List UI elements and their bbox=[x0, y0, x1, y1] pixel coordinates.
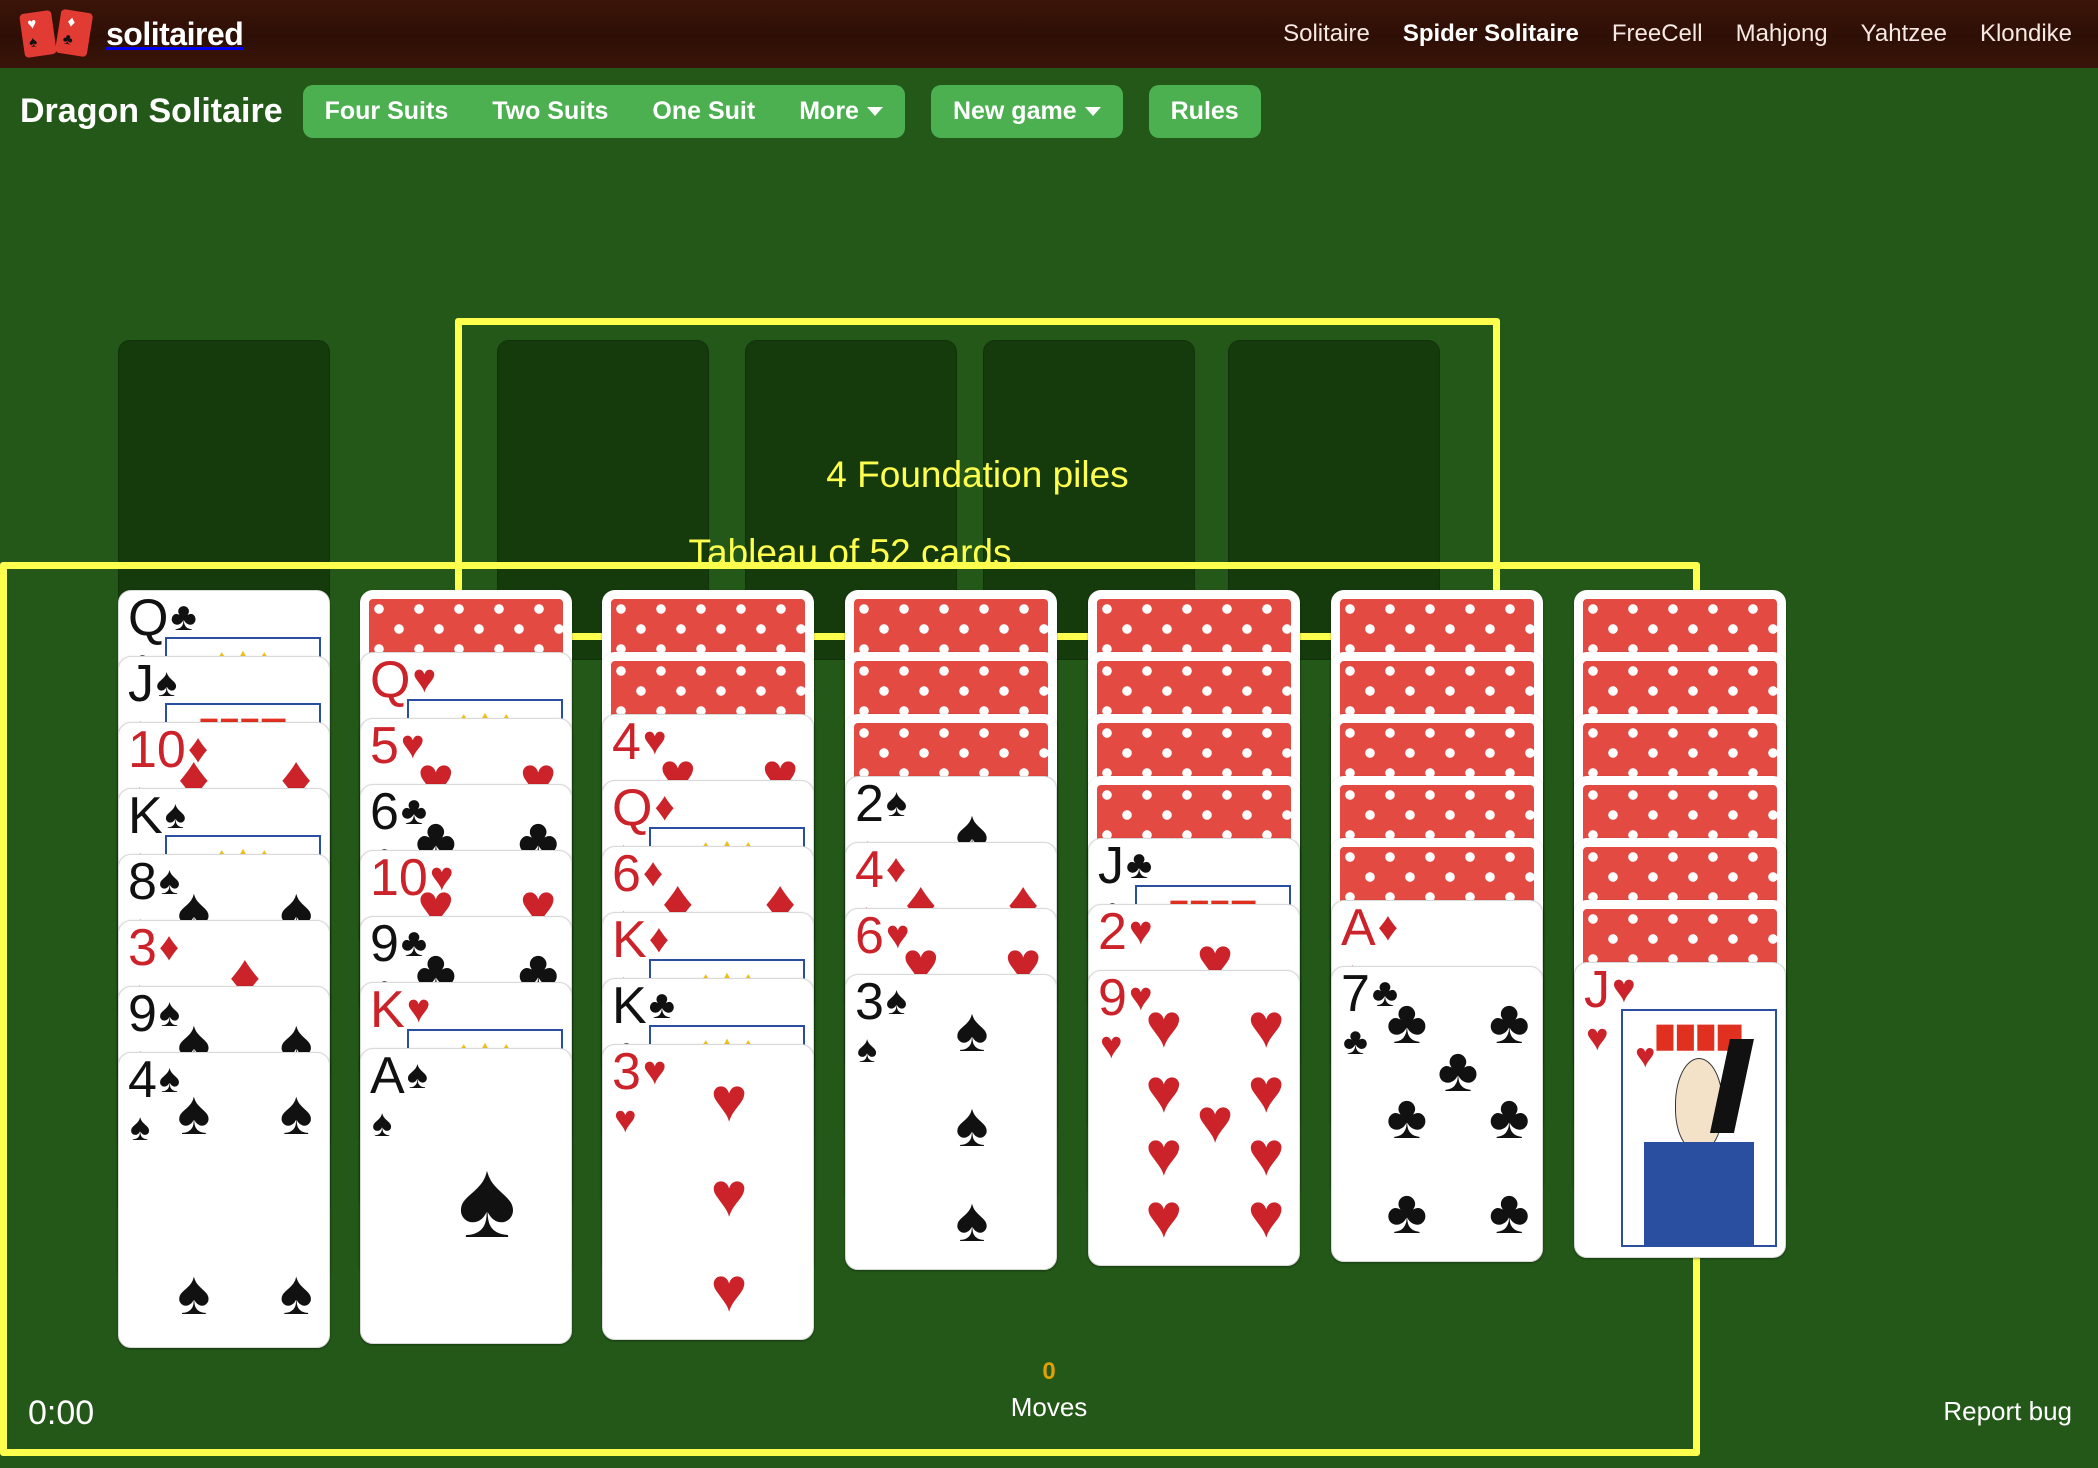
card-3-hearts[interactable]: 3 ♥ ♥ ♥ ♥ ♥ bbox=[602, 1044, 814, 1340]
nav-link-yahtzee[interactable]: Yahtzee bbox=[1861, 20, 1947, 48]
card-corner-suit-small: ♠ bbox=[857, 1029, 878, 1071]
nav-link-spider-solitaire[interactable]: Spider Solitaire bbox=[1403, 20, 1579, 48]
move-count-label: Moves bbox=[1010, 1392, 1088, 1422]
brand-logo-link[interactable]: ♥ ♠ ♦ ♣ solitaired bbox=[19, 8, 244, 59]
move-count-value: 0 bbox=[1042, 1358, 1056, 1385]
card-J-hearts[interactable]: J ♥ ♥ ♥ bbox=[1574, 962, 1786, 1258]
one-suit-button[interactable]: One Suit bbox=[630, 84, 778, 138]
card-corner-rank-suit: J ♣ bbox=[1098, 838, 1153, 895]
two-suits-button[interactable]: Two Suits bbox=[470, 84, 631, 138]
nav-link-mahjong[interactable]: Mahjong bbox=[1736, 20, 1828, 48]
card-9-hearts[interactable]: 9 ♥ ♥ ♥ ♥ ♥ ♥ ♥ ♥ ♥ ♥ ♥ bbox=[1088, 970, 1300, 1266]
report-bug-link[interactable]: Report bug bbox=[1943, 1396, 2072, 1427]
top-navigation-bar: ♥ ♠ ♦ ♣ solitaired Solitaire Spider Solit… bbox=[0, 0, 2098, 68]
card-pip-layout: ♠ ♠ ♠ ♠ bbox=[177, 1079, 313, 1328]
card-corner-suit-small: ♥ bbox=[1100, 1025, 1123, 1067]
card-corner-suit-small: ♥ bbox=[1586, 1017, 1609, 1059]
card-corner-rank-suit: K ♦ bbox=[612, 912, 670, 969]
card-corner-suit-small: ♠ bbox=[130, 1107, 151, 1149]
card-corner-rank-suit: K ♥ bbox=[370, 982, 431, 1039]
card-pip-layout: ♣ ♣ ♣ ♣ ♣ ♣ ♣ bbox=[1386, 988, 1530, 1247]
card-3-spades[interactable]: 3 ♠ ♠ ♠ ♠ ♠ bbox=[845, 974, 1057, 1270]
playing-cards-logo-icon: ♥ ♠ ♦ ♣ bbox=[19, 8, 94, 59]
card-corner-rank-suit: Q ♥ bbox=[370, 652, 437, 709]
chevron-down-icon bbox=[1084, 107, 1101, 117]
card-A-spades[interactable]: A ♠ ♠ ♠ bbox=[360, 1048, 572, 1344]
new-game-button[interactable]: New game bbox=[930, 84, 1123, 138]
four-suits-button[interactable]: Four Suits bbox=[302, 84, 471, 138]
card-corner-rank-suit: K ♣ bbox=[612, 978, 675, 1035]
tableau-column-5[interactable]: J♣♣♣2♥♥♥♥9♥♥♥♥♥♥♥♥♥♥♥ bbox=[1088, 590, 1300, 1332]
chevron-down-icon bbox=[866, 107, 883, 117]
card-corner-rank-suit: K ♠ bbox=[128, 788, 186, 845]
tableau-column-7[interactable]: J ♥ ♥ ♥ bbox=[1574, 590, 1786, 1324]
card-4-spades[interactable]: 4 ♠ ♠ ♠ ♠ ♠ ♠ bbox=[118, 1052, 330, 1348]
card-corner-rank-suit: Q ♦ bbox=[612, 780, 675, 837]
more-dropdown-button[interactable]: More bbox=[777, 84, 905, 138]
card-pip-layout: ♠ bbox=[457, 1138, 517, 1261]
game-board: 4 Foundation piles Tableau of 52 cards Q… bbox=[0, 154, 2098, 1468]
nav-link-freecell[interactable]: FreeCell bbox=[1612, 20, 1703, 48]
page-title: Dragon Solitaire bbox=[20, 91, 283, 130]
nav-link-solitaire[interactable]: Solitaire bbox=[1283, 20, 1370, 48]
more-label: More bbox=[799, 96, 859, 125]
card-court-artwork: ♥ bbox=[1621, 1009, 1777, 1247]
tableau-column-1[interactable]: Q♣♣♣J♠♠♠10♦♦♦♦♦♦♦♦♦♦♦♦K♠♠♠8♠♠♠♠♠♠♠♠♠♠3♦♦… bbox=[118, 590, 330, 1414]
card-7-clubs[interactable]: 7 ♣ ♣ ♣ ♣ ♣ ♣ ♣ ♣ ♣ bbox=[1331, 966, 1543, 1262]
tableau-column-6[interactable]: A♦♦♦7♣♣♣♣♣♣♣♣♣ bbox=[1331, 590, 1543, 1328]
card-corner-rank-suit: Q ♣ bbox=[128, 590, 197, 647]
card-pip-layout: ♠ ♠ ♠ bbox=[955, 996, 989, 1255]
card-corner-suit-small: ♣ bbox=[1343, 1021, 1368, 1063]
card-corner-rank-suit: J ♥ bbox=[1584, 962, 1636, 1019]
card-pip-layout: ♥ ♥ ♥ bbox=[710, 1066, 748, 1325]
rules-button[interactable]: Rules bbox=[1148, 84, 1261, 138]
new-game-label: New game bbox=[952, 96, 1077, 125]
card-corner-suit-small: ♠ bbox=[372, 1103, 393, 1145]
tableau-column-4[interactable]: 2♠♠♠♠4♦♦♦♦♦♦6♥♥♥♥♥♥♥♥3♠♠♠♠♠ bbox=[845, 590, 1057, 1336]
nav-links: Solitaire Spider Solitaire FreeCell Mahjong… bbox=[1283, 20, 2072, 48]
game-toolbar: Dragon Solitaire Four Suits Two Suits On… bbox=[0, 68, 2098, 154]
brand-name: solitaired bbox=[106, 15, 244, 52]
card-corner-suit-small: ♥ bbox=[614, 1099, 637, 1141]
tableau-column-3[interactable]: 4♥♥♥♥♥♥Q♦♦♦6♦♦♦♦♦♦♦♦K♦♦♦K♣♣♣3♥♥♥♥♥ bbox=[602, 590, 814, 1406]
tableau-column-2[interactable]: Q♥♥♥5♥♥♥♥♥♥♥6♣♣♣♣♣♣♣♣10♥♥♥♥♥♥♥♥♥♥♥♥9♣♣♣♣… bbox=[360, 590, 572, 1410]
game-footer: 0:00 0 Moves Report bug bbox=[0, 1358, 2098, 1468]
card-corner-rank-suit: J ♠ bbox=[128, 656, 178, 713]
card-pip-layout: ♥ ♥ ♥ ♥ ♥ ♥ ♥ ♥ ♥ bbox=[1145, 992, 1285, 1251]
nav-link-klondike[interactable]: Klondike bbox=[1980, 20, 2072, 48]
suit-difficulty-button-group: Four Suits Two Suits One Suit More bbox=[302, 84, 905, 138]
